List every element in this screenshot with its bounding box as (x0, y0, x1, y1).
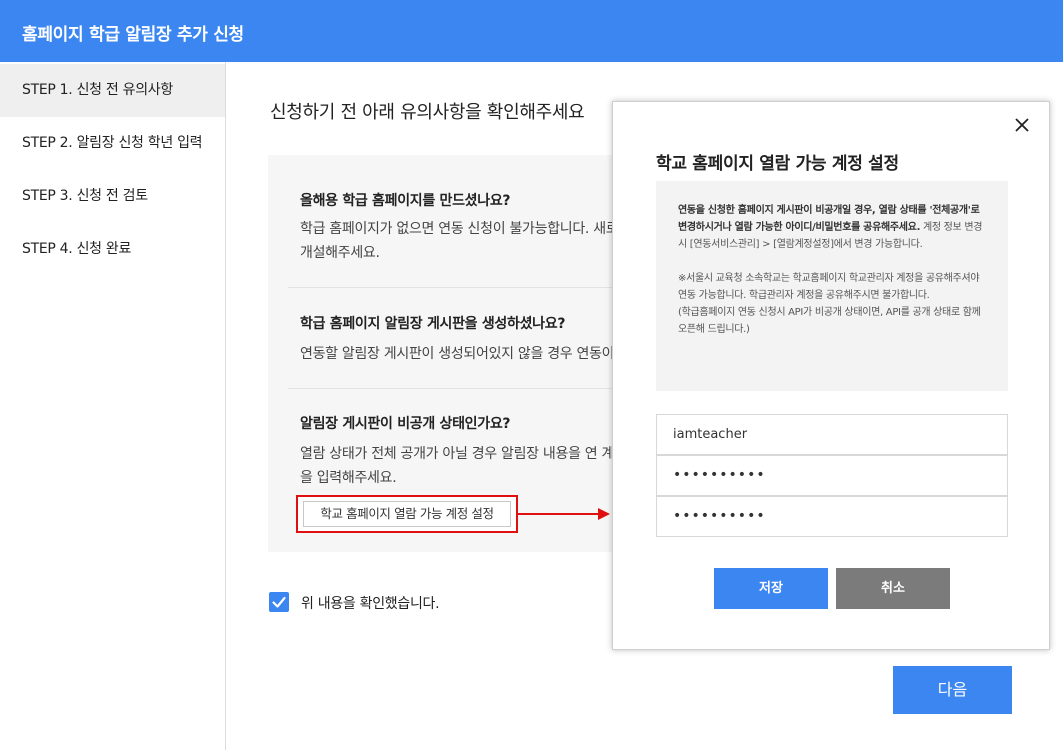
confirm-checkbox[interactable] (269, 592, 289, 612)
arrow-head-icon (598, 508, 610, 520)
account-setting-highlight: 학교 홈페이지 열람 가능 계정 설정 (296, 495, 518, 533)
cancel-button[interactable]: 취소 (836, 568, 950, 609)
modal-title: 학교 홈페이지 열람 가능 계정 설정 (656, 154, 899, 174)
save-button[interactable]: 저장 (714, 568, 828, 609)
notice-answer-2: 연동할 알림장 게시판이 생성되어있지 않을 경우 연동이 (300, 346, 615, 362)
notice-question-3: 알림장 게시판이 비공개 상태인가요? (300, 416, 511, 432)
top-header: 홈페이지 학급 알림장 추가 신청 (0, 0, 1063, 62)
confirm-label: 위 내용을 확인했습니다. (301, 596, 440, 612)
notice-question-2: 학급 홈페이지 알림장 게시판을 생성하셨나요? (300, 316, 566, 332)
divider (288, 287, 628, 288)
id-field[interactable]: iamteacher (656, 414, 1008, 455)
info-paragraph-1: 연동을 신청한 홈페이지 게시판이 비공개일 경우, 열람 상태를 '전체공개'… (678, 202, 988, 253)
modal-info-box: 연동을 신청한 홈페이지 게시판이 비공개일 경우, 열람 상태를 '전체공개'… (656, 181, 1008, 391)
notice-question-1: 올해용 학급 홈페이지를 만드셨나요? (300, 193, 511, 209)
password-field[interactable]: •••••••••• (656, 455, 1008, 496)
divider (288, 388, 628, 389)
page-title: 홈페이지 학급 알림장 추가 신청 (22, 25, 244, 45)
notice-box: 올해용 학급 홈페이지를 만드셨나요? 학급 홈페이지가 없으면 연동 신청이 … (268, 155, 628, 552)
arrow-connector (518, 513, 600, 515)
sidebar-step-2[interactable]: STEP 2. 알림장 신청 학년 입력 (0, 117, 225, 170)
account-setting-button[interactable]: 학교 홈페이지 열람 가능 계정 설정 (303, 501, 511, 527)
checkmark-icon (272, 596, 286, 608)
info-paragraph-2: ※서울시 교육청 소속학교는 학교홈페이지 학교관리자 계정을 공유해주셔야 연… (678, 273, 980, 301)
notice-answer-3: 열람 상태가 전체 공개가 아닐 경우 알림장 내용을 연 계정을 입력해주세요… (300, 446, 627, 486)
section-title: 신청하기 전 아래 유의사항을 확인해주세요 (270, 102, 585, 123)
account-setting-modal: 학교 홈페이지 열람 가능 계정 설정 연동을 신청한 홈페이지 게시판이 비공… (612, 101, 1050, 650)
notice-answer-1: 학급 홈페이지가 없으면 연동 신청이 불가능합니다. 새로 개설해주세요. (300, 221, 619, 261)
sidebar-step-4[interactable]: STEP 4. 신청 완료 (0, 223, 225, 276)
sidebar-step-1[interactable]: STEP 1. 신청 전 유의사항 (0, 64, 225, 117)
password-confirm-field[interactable]: •••••••••• (656, 496, 1008, 537)
next-button[interactable]: 다음 (893, 666, 1012, 714)
info-paragraph-3: (학급홈페이지 연동 신청시 API가 비공개 상태이면, API를 공개 상태… (678, 307, 981, 335)
sidebar-step-3[interactable]: STEP 3. 신청 전 검토 (0, 170, 225, 223)
sidebar: STEP 1. 신청 전 유의사항 STEP 2. 알림장 신청 학년 입력 S… (0, 62, 226, 750)
close-icon[interactable] (1013, 116, 1031, 134)
